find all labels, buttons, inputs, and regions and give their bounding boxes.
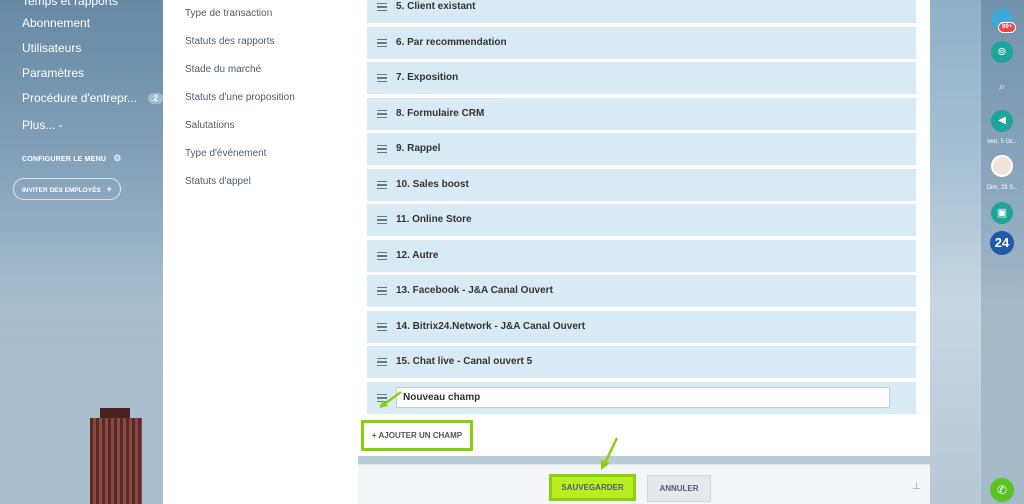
sidebar-item-label: Procédure d'entrepr...	[22, 91, 138, 105]
field-label: 8. Formulaire CRM	[396, 108, 485, 119]
drag-handle-icon[interactable]	[377, 74, 387, 82]
left-sidebar: Temps et rapports Abonnement Utilisateur…	[0, 0, 163, 504]
background-building	[90, 418, 142, 504]
cancel-button[interactable]: ANNULER	[647, 475, 711, 502]
drag-handle-icon[interactable]	[377, 216, 387, 224]
add-field-button[interactable]: + AJOUTER UN CHAMP	[361, 420, 473, 451]
field-label: 12. Autre	[396, 250, 439, 261]
date-label: Ven, 5 Oc...	[986, 139, 1019, 145]
field-label: 11. Online Store	[396, 214, 472, 225]
field-row[interactable]: 8. Formulaire CRM	[367, 98, 916, 130]
configure-menu-link[interactable]: CONFIGURER LE MENU ⚙	[22, 153, 122, 164]
field-row[interactable]: 12. Autre	[367, 240, 916, 272]
gear-icon: ⚙	[113, 153, 122, 163]
settings-item-transaction-type[interactable]: Type de transaction	[185, 8, 272, 19]
drag-handle-icon[interactable]	[377, 3, 387, 11]
drag-handle-icon[interactable]	[377, 323, 387, 331]
sidebar-item-settings[interactable]: Paramètres	[22, 66, 84, 80]
form-footer	[358, 464, 930, 504]
field-row[interactable]: 13. Facebook - J&A Canal Ouvert	[367, 275, 916, 307]
field-label: 5. Client existant	[396, 1, 476, 12]
field-label: 13. Facebook - J&A Canal Ouvert	[396, 285, 553, 296]
field-row[interactable]: 7. Exposition	[367, 62, 916, 94]
settings-item-market-stage[interactable]: Stade du marché	[185, 64, 261, 75]
field-label: 9. Rappel	[396, 143, 441, 154]
pin-icon[interactable]: ⊥	[912, 481, 921, 492]
notification-badge: 99+	[998, 22, 1017, 33]
date-label: Dim, 23 S...	[986, 185, 1019, 191]
save-button[interactable]: SAUVEGARDER	[549, 474, 636, 501]
phone-icon[interactable]: ✆	[990, 478, 1014, 502]
field-row[interactable]: 6. Par recommendation	[367, 27, 916, 59]
settings-item-proposal-statuses[interactable]: Statuts d'une proposition	[185, 92, 295, 103]
chat-icon[interactable]: ⊚	[991, 41, 1013, 63]
open-channel-icon[interactable]: ▣	[991, 202, 1013, 224]
invite-employees-button[interactable]: INVITER DES EMPLOYÉS +	[13, 178, 121, 200]
sidebar-item-subscription[interactable]: Abonnement	[22, 16, 90, 30]
field-label: 15. Chat live - Canal ouvert 5	[396, 356, 533, 367]
field-row[interactable]: 15. Chat live - Canal ouvert 5	[367, 346, 916, 378]
drag-handle-icon[interactable]	[377, 145, 387, 153]
count-badge: 2	[148, 93, 163, 105]
field-list-panel: 5. Client existant 6. Par recommendation…	[358, 0, 930, 456]
settings-item-salutations[interactable]: Salutations	[185, 120, 234, 131]
settings-item-call-statuses[interactable]: Statuts d'appel	[185, 176, 251, 187]
sidebar-item-more[interactable]: Plus... -	[22, 118, 63, 132]
field-row[interactable]: 5. Client existant	[367, 0, 916, 23]
megaphone-icon[interactable]: ◀	[991, 110, 1013, 132]
settings-list-panel: Type de transaction Statuts des rapports…	[163, 0, 358, 504]
drag-handle-icon[interactable]	[377, 394, 387, 402]
field-label: 14. Bitrix24.Network - J&A Canal Ouvert	[396, 321, 586, 332]
sidebar-item-procedures[interactable]: Procédure d'entrepr... 2	[22, 91, 163, 105]
settings-item-event-type[interactable]: Type d'événement	[185, 148, 266, 159]
invite-employees-label: INVITER DES EMPLOYÉS	[22, 187, 101, 194]
new-field-input[interactable]	[396, 387, 890, 408]
drag-handle-icon[interactable]	[377, 287, 387, 295]
field-label: 7. Exposition	[396, 72, 459, 83]
sidebar-item-users[interactable]: Utilisateurs	[22, 41, 81, 55]
drag-handle-icon[interactable]	[377, 358, 387, 366]
new-field-row[interactable]	[367, 382, 916, 414]
field-row[interactable]: 14. Bitrix24.Network - J&A Canal Ouvert	[367, 311, 916, 343]
drag-handle-icon[interactable]	[377, 39, 387, 47]
user-avatar[interactable]	[991, 155, 1013, 177]
drag-handle-icon[interactable]	[377, 110, 387, 118]
field-row[interactable]: 10. Sales boost	[367, 169, 916, 201]
bitrix24-logo[interactable]: 24	[990, 231, 1014, 255]
field-row[interactable]: 9. Rappel	[367, 133, 916, 165]
drag-handle-icon[interactable]	[377, 252, 387, 260]
plus-icon: +	[106, 184, 112, 194]
settings-item-report-statuses[interactable]: Statuts des rapports	[185, 36, 275, 47]
field-label: 6. Par recommendation	[396, 37, 507, 48]
field-row[interactable]: 11. Online Store	[367, 204, 916, 236]
field-label: 10. Sales boost	[396, 179, 469, 190]
configure-menu-label: CONFIGURER LE MENU	[22, 156, 107, 163]
drag-handle-icon[interactable]	[377, 181, 387, 189]
sidebar-item-time-reports[interactable]: Temps et rapports	[22, 0, 118, 8]
search-icon[interactable]: ⌕	[993, 78, 1011, 96]
